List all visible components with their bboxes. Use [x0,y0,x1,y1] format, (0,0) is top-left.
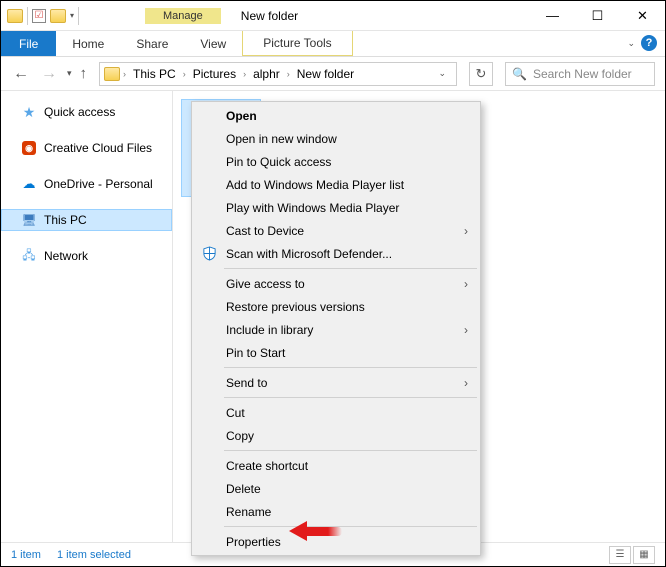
cm-include-in-library[interactable]: Include in library› [194,318,478,341]
view-details-button[interactable]: ☰ [609,546,631,564]
tab-picture-tools[interactable]: Picture Tools [242,31,352,56]
forward-button: → [39,63,59,85]
quick-access-toolbar: ☑ ▾ [1,7,85,25]
minimize-button[interactable]: — [530,1,575,30]
cm-pin-quick-access[interactable]: Pin to Quick access [194,150,478,173]
tab-home[interactable]: Home [56,31,120,56]
crumb-pictures[interactable]: Pictures [189,67,240,81]
chevron-right-icon: › [464,323,468,337]
qat-new-folder-icon[interactable] [50,9,66,23]
crumb-sep-icon[interactable]: › [242,69,247,79]
ribbon-expand-icon[interactable]: ⌄ [627,38,635,49]
app-folder-icon[interactable] [7,9,23,23]
search-input[interactable]: 🔍 Search New folder [505,62,655,86]
cm-scan-defender[interactable]: Scan with Microsoft Defender... [194,242,478,265]
address-bar[interactable]: › This PC › Pictures › alphr › New folde… [99,62,457,86]
cm-give-access-to[interactable]: Give access to› [194,272,478,295]
cm-open[interactable]: Open [194,104,478,127]
crumb-sep-icon[interactable]: › [182,69,187,79]
annotation-arrow [289,521,342,541]
crumb-new-folder[interactable]: New folder [293,67,358,81]
title-bar: ☑ ▾ Manage New folder — ☐ ✕ [1,1,665,31]
status-selected-count: 1 item selected [57,549,131,561]
cm-cast-to-device[interactable]: Cast to Device› [194,219,478,242]
window-title: New folder [241,9,530,23]
cm-rename[interactable]: Rename [194,500,478,523]
nav-network[interactable]: 🖧 Network [1,245,172,267]
view-large-icons-button[interactable]: ▦ [633,546,655,564]
nav-label: Quick access [44,105,115,119]
nav-onedrive[interactable]: ☁ OneDrive - Personal [1,173,172,195]
star-icon: ★ [21,104,37,120]
cm-send-to[interactable]: Send to› [194,371,478,394]
address-dropdown-icon[interactable]: ⌄ [432,68,452,79]
nav-this-pc[interactable]: 🖥 This PC [1,209,172,231]
context-menu: Open Open in new window Pin to Quick acc… [191,101,481,556]
close-button[interactable]: ✕ [620,1,665,30]
nav-label: This PC [44,213,87,227]
contextual-tab-label: Manage [145,8,221,24]
qat-properties-icon[interactable]: ☑ [32,9,46,23]
search-icon: 🔍 [512,67,527,81]
crumb-alphr[interactable]: alphr [249,67,284,81]
cm-copy[interactable]: Copy [194,424,478,447]
cm-open-new-window[interactable]: Open in new window [194,127,478,150]
up-button[interactable]: ↑ [80,65,88,82]
back-button[interactable]: ← [11,63,31,85]
tab-view[interactable]: View [184,31,242,56]
nav-creative-cloud[interactable]: ◉ Creative Cloud Files [1,137,172,159]
cm-restore-previous[interactable]: Restore previous versions [194,295,478,318]
crumb-sep-icon[interactable]: › [122,69,127,79]
cm-play-wmp[interactable]: Play with Windows Media Player [194,196,478,219]
status-item-count: 1 item [11,549,41,561]
address-folder-icon [104,67,120,81]
tab-share[interactable]: Share [120,31,184,56]
refresh-button[interactable]: ↻ [469,62,493,86]
crumb-this-pc[interactable]: This PC [129,67,180,81]
address-row: ← → ▾ ↑ › This PC › Pictures › alphr › N… [1,57,665,91]
network-icon: 🖧 [21,248,37,264]
nav-label: OneDrive - Personal [44,177,153,191]
history-dropdown-icon[interactable]: ▾ [67,68,72,79]
nav-label: Creative Cloud Files [44,141,152,155]
navigation-pane: ★ Quick access ◉ Creative Cloud Files ☁ … [1,91,173,542]
chevron-right-icon: › [464,376,468,390]
file-tab[interactable]: File [1,31,56,56]
creative-cloud-icon: ◉ [21,140,37,156]
maximize-button[interactable]: ☐ [575,1,620,30]
search-placeholder: Search New folder [533,67,632,81]
nav-quick-access[interactable]: ★ Quick access [1,101,172,123]
chevron-right-icon: › [464,277,468,291]
cm-pin-to-start[interactable]: Pin to Start [194,341,478,364]
help-icon[interactable]: ? [641,35,657,51]
nav-label: Network [44,249,88,263]
cm-cut[interactable]: Cut [194,401,478,424]
defender-shield-icon [200,245,218,263]
cm-delete[interactable]: Delete [194,477,478,500]
ribbon-tabs: File Home Share View Picture Tools ⌄ ? [1,31,665,57]
crumb-sep-icon[interactable]: › [286,69,291,79]
cm-add-wmp-list[interactable]: Add to Windows Media Player list [194,173,478,196]
cloud-icon: ☁ [21,176,37,192]
pc-icon: 🖥 [21,212,37,228]
qat-customize-icon[interactable]: ▾ [70,11,74,20]
chevron-right-icon: › [464,224,468,238]
cm-create-shortcut[interactable]: Create shortcut [194,454,478,477]
